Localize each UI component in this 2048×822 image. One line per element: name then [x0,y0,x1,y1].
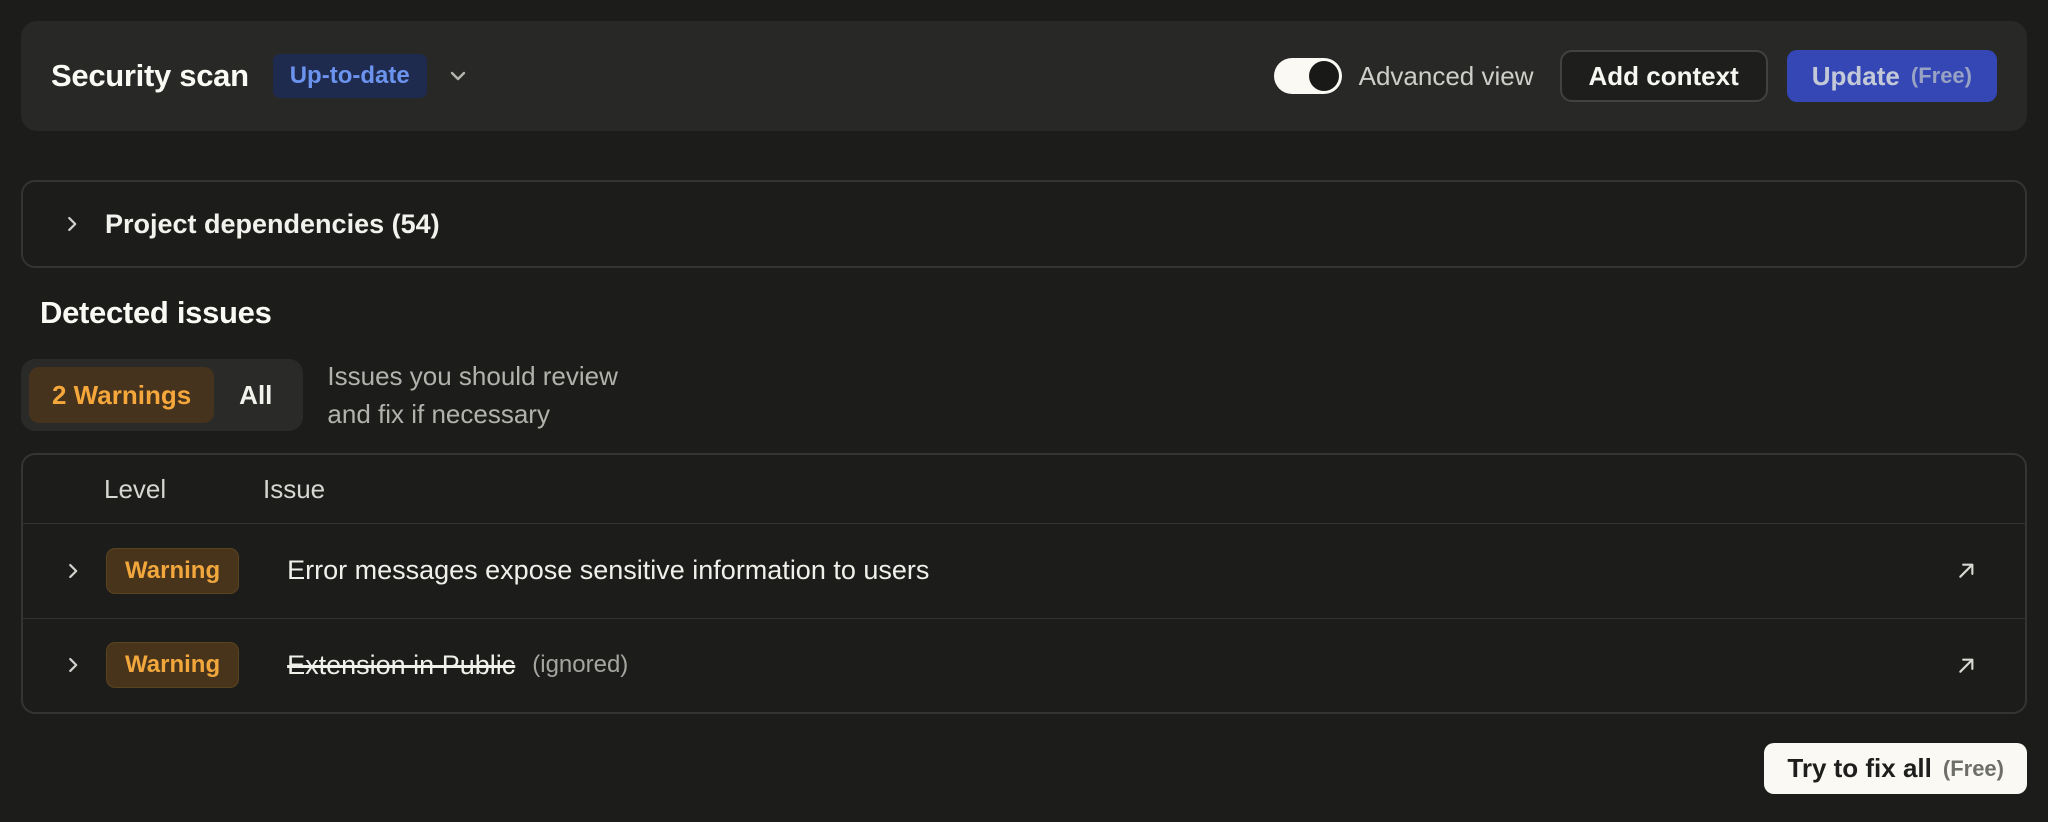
issues-filter-row: 2 Warnings All Issues you should review … [21,359,618,431]
fix-all-free-label: (Free) [1943,756,2004,782]
tab-warnings[interactable]: 2 Warnings [29,367,214,423]
project-dependencies-label: Project dependencies (54) [105,209,440,240]
issues-description-line2: and fix if necessary [327,395,617,433]
issue-text: Extension in Public [287,650,515,681]
external-link-icon[interactable] [1953,557,1980,584]
toggle-knob [1309,61,1339,91]
table-row[interactable]: Warning Extension in Public (ignored) [23,618,2025,713]
header-actions: Advanced view Add context Update (Free) [1274,50,1997,102]
project-dependencies-row[interactable]: Project dependencies (54) [21,180,2027,268]
advanced-view-label: Advanced view [1359,61,1534,92]
chevron-right-icon[interactable] [62,560,84,582]
table-row[interactable]: Warning Error messages expose sensitive … [23,524,2025,618]
issues-filter-tabs: 2 Warnings All [21,359,303,431]
chevron-down-icon[interactable] [446,64,470,88]
update-button-free-label: (Free) [1911,63,1972,89]
page-title: Security scan [51,58,249,94]
detected-issues-heading: Detected issues [40,295,272,331]
advanced-view-toggle[interactable] [1274,58,1342,94]
issues-description-line1: Issues you should review [327,357,617,395]
level-badge: Warning [106,642,239,688]
try-to-fix-all-button[interactable]: Try to fix all (Free) [1764,743,2027,794]
add-context-button[interactable]: Add context [1560,50,1768,102]
issues-table-header: Level Issue [23,455,2025,524]
update-button[interactable]: Update (Free) [1787,50,1997,102]
fix-all-label: Try to fix all [1787,753,1932,784]
ignored-label: (ignored) [532,651,628,679]
update-button-label: Update [1812,61,1900,92]
issue-text: Error messages expose sensitive informat… [287,555,929,586]
column-header-level: Level [104,474,263,505]
column-header-issue: Issue [263,474,325,505]
chevron-right-icon [61,213,83,235]
issues-table: Level Issue Warning Error messages expos… [21,453,2027,714]
chevron-right-icon[interactable] [62,654,84,676]
status-badge: Up-to-date [273,54,427,98]
security-scan-panel: Security scan Up-to-date Advanced view A… [0,0,2048,822]
issues-description: Issues you should review and fix if nece… [327,357,617,433]
header-bar: Security scan Up-to-date Advanced view A… [21,21,2027,131]
external-link-icon[interactable] [1953,652,1980,679]
tab-all[interactable]: All [216,367,295,423]
level-badge: Warning [106,548,239,594]
